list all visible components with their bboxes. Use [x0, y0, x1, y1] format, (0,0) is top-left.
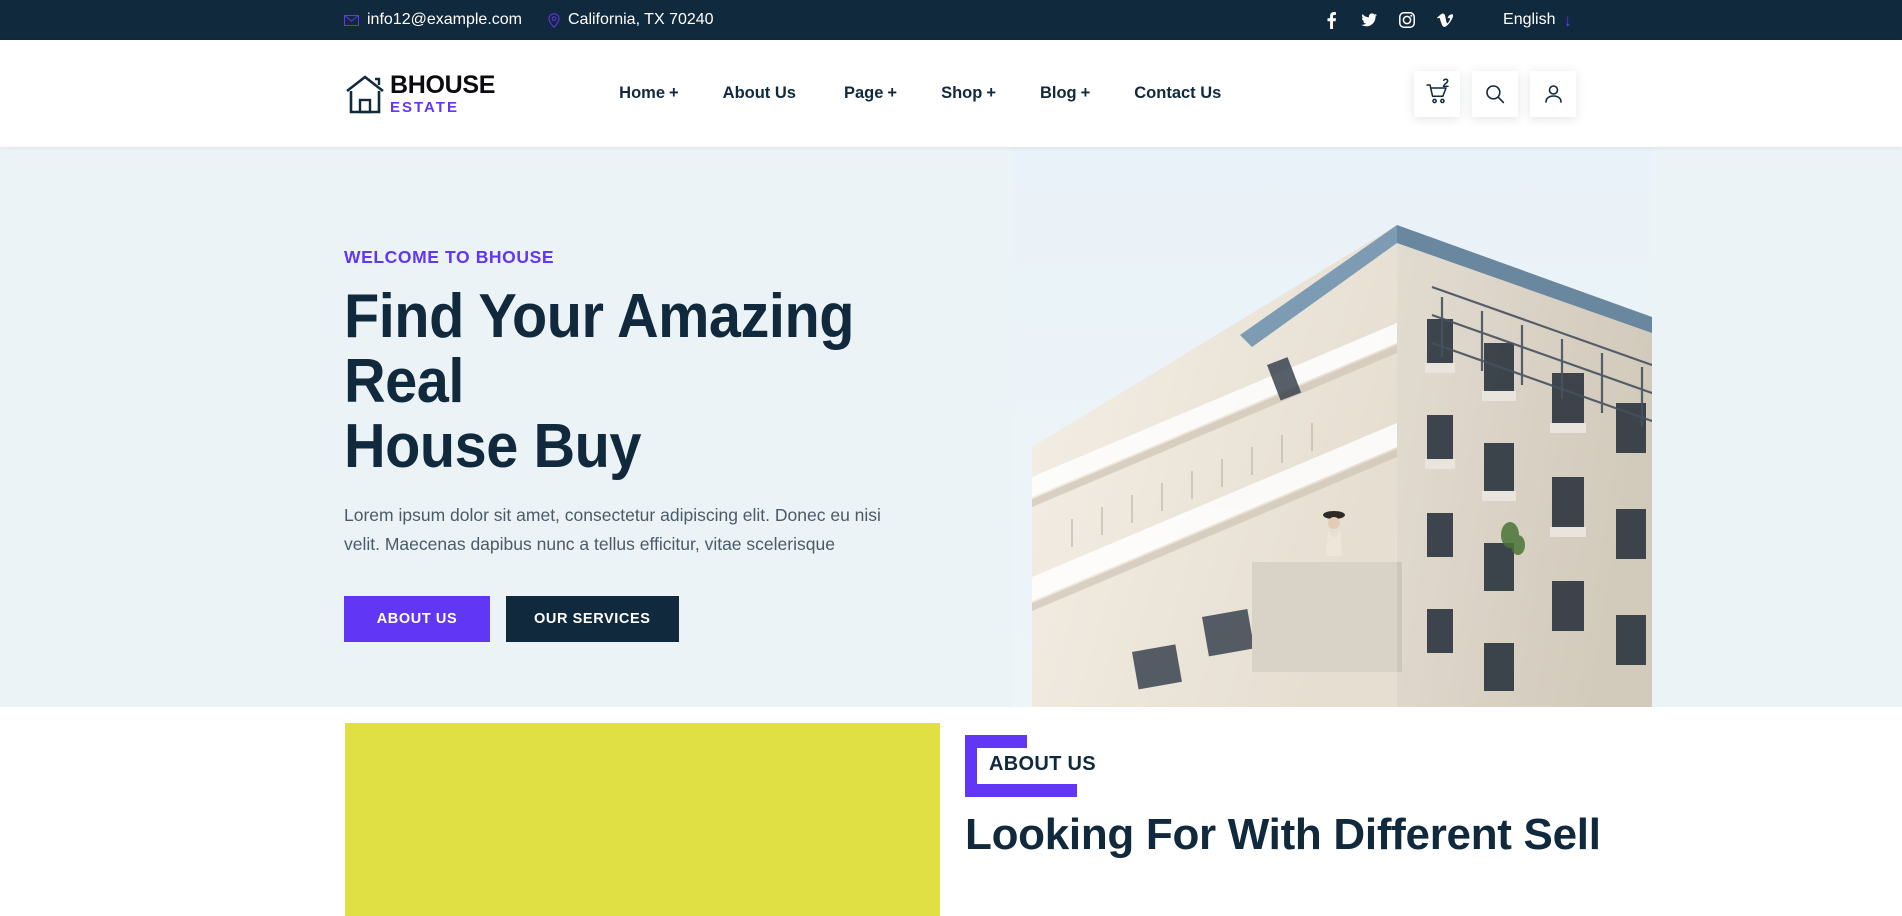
hero-about-us-button[interactable]: ABOUT US [344, 595, 490, 642]
facebook-icon[interactable] [1323, 11, 1339, 29]
hero-description: Lorem ipsum dolor sit amet, consectetur … [344, 505, 881, 554]
nav-label-page: Page [843, 84, 884, 102]
logo-main-text: BHOUSE [390, 70, 496, 99]
cart-button[interactable]: 2 [1414, 70, 1460, 117]
envelope-icon [344, 14, 359, 26]
top-bar-inner: info12@example.com California, TX 70240 [0, 11, 1902, 29]
nav-item-shop[interactable]: Shop + [919, 84, 1018, 103]
language-selector[interactable]: English ↓ [1503, 11, 1572, 29]
hero-eyebrow: WELCOME TO BHOUSE [344, 247, 555, 267]
house-icon [344, 72, 386, 116]
search-icon [1485, 84, 1505, 104]
contact-location-text: California, TX 70240 [567, 11, 714, 28]
hero-button-group: ABOUT US OUR SERVICES [344, 595, 964, 642]
user-account-icon [1544, 84, 1563, 104]
account-button[interactable] [1530, 70, 1576, 117]
arrow-down-icon: ↓ [1563, 10, 1573, 30]
nav-label-about-us: About Us [722, 84, 796, 102]
about-section-heading: Looking For With Different Sell [965, 810, 1601, 859]
top-bar-right-group: English ↓ [1323, 11, 1572, 29]
contact-email-text: info12@example.com [367, 11, 522, 28]
frame-bar-bottom [965, 784, 1077, 797]
about-label-frame: ABOUT US [965, 735, 1096, 797]
about-inner: ABOUT US Looking For With Different Sell [0, 707, 1902, 916]
nav-plus-blog: + [1080, 84, 1091, 102]
site-header: BHOUSE ESTATE Home + About Us Page + Shop +… [0, 40, 1902, 147]
hero-title: Find Your Amazing Real House Buy [344, 284, 921, 479]
header-actions: 2 [1414, 70, 1576, 117]
logo-sub-text: ESTATE [390, 98, 459, 116]
contact-email[interactable]: info12@example.com [344, 11, 522, 29]
top-bar: info12@example.com California, TX 70240 [0, 0, 1902, 40]
hero-inner: WELCOME TO BHOUSE Find Your Amazing Real… [0, 147, 1902, 707]
search-button[interactable] [1472, 70, 1518, 117]
nav-label-contact-us: Contact Us [1134, 84, 1222, 102]
main-navigation: Home + About Us Page + Shop + Blog + Contact… [597, 84, 1247, 103]
nav-label-blog: Blog [1039, 84, 1077, 102]
hero-copy: WELCOME TO BHOUSE Find Your Amazing Real… [344, 247, 964, 642]
contact-location[interactable]: California, TX 70240 [548, 11, 714, 29]
logo-text: BHOUSE ESTATE [390, 70, 496, 116]
header-inner: BHOUSE ESTATE Home + About Us Page + Shop +… [0, 70, 1902, 117]
nav-item-home[interactable]: Home + [597, 84, 700, 103]
twitter-icon[interactable] [1361, 11, 1378, 29]
top-bar-contact-group: info12@example.com California, TX 70240 [344, 11, 714, 29]
hero-title-line-2: House Buy [344, 412, 641, 482]
about-section: ABOUT US Looking For With Different Sell [0, 707, 1902, 916]
social-links [1323, 11, 1454, 29]
nav-item-blog[interactable]: Blog + [1018, 84, 1112, 103]
hero-title-line-1: Find Your Amazing Real [344, 282, 854, 417]
nav-plus-page: + [887, 84, 898, 102]
about-image-panel [345, 723, 940, 916]
site-logo[interactable]: BHOUSE ESTATE [344, 72, 495, 116]
map-pin-icon [548, 12, 560, 28]
instagram-icon[interactable] [1399, 11, 1415, 29]
vimeo-icon[interactable] [1437, 11, 1454, 29]
hero-section: WELCOME TO BHOUSE Find Your Amazing Real… [0, 147, 1902, 707]
nav-item-about-us[interactable]: About Us [701, 84, 822, 103]
nav-plus-shop: + [986, 84, 996, 102]
about-section-label: ABOUT US [989, 753, 1096, 775]
nav-item-page[interactable]: Page + [822, 84, 919, 103]
nav-label-home: Home [619, 84, 666, 102]
nav-plus-home: + [669, 84, 679, 102]
nav-label-shop: Shop [941, 84, 983, 102]
language-label: English [1503, 11, 1556, 28]
hero-our-services-button[interactable]: OUR SERVICES [506, 595, 679, 642]
about-label-wrap: ABOUT US [965, 735, 1096, 797]
cart-count-badge: 2 [1442, 75, 1449, 90]
nav-item-contact-us[interactable]: Contact Us [1112, 84, 1247, 103]
hero-building-image [1012, 147, 1652, 707]
